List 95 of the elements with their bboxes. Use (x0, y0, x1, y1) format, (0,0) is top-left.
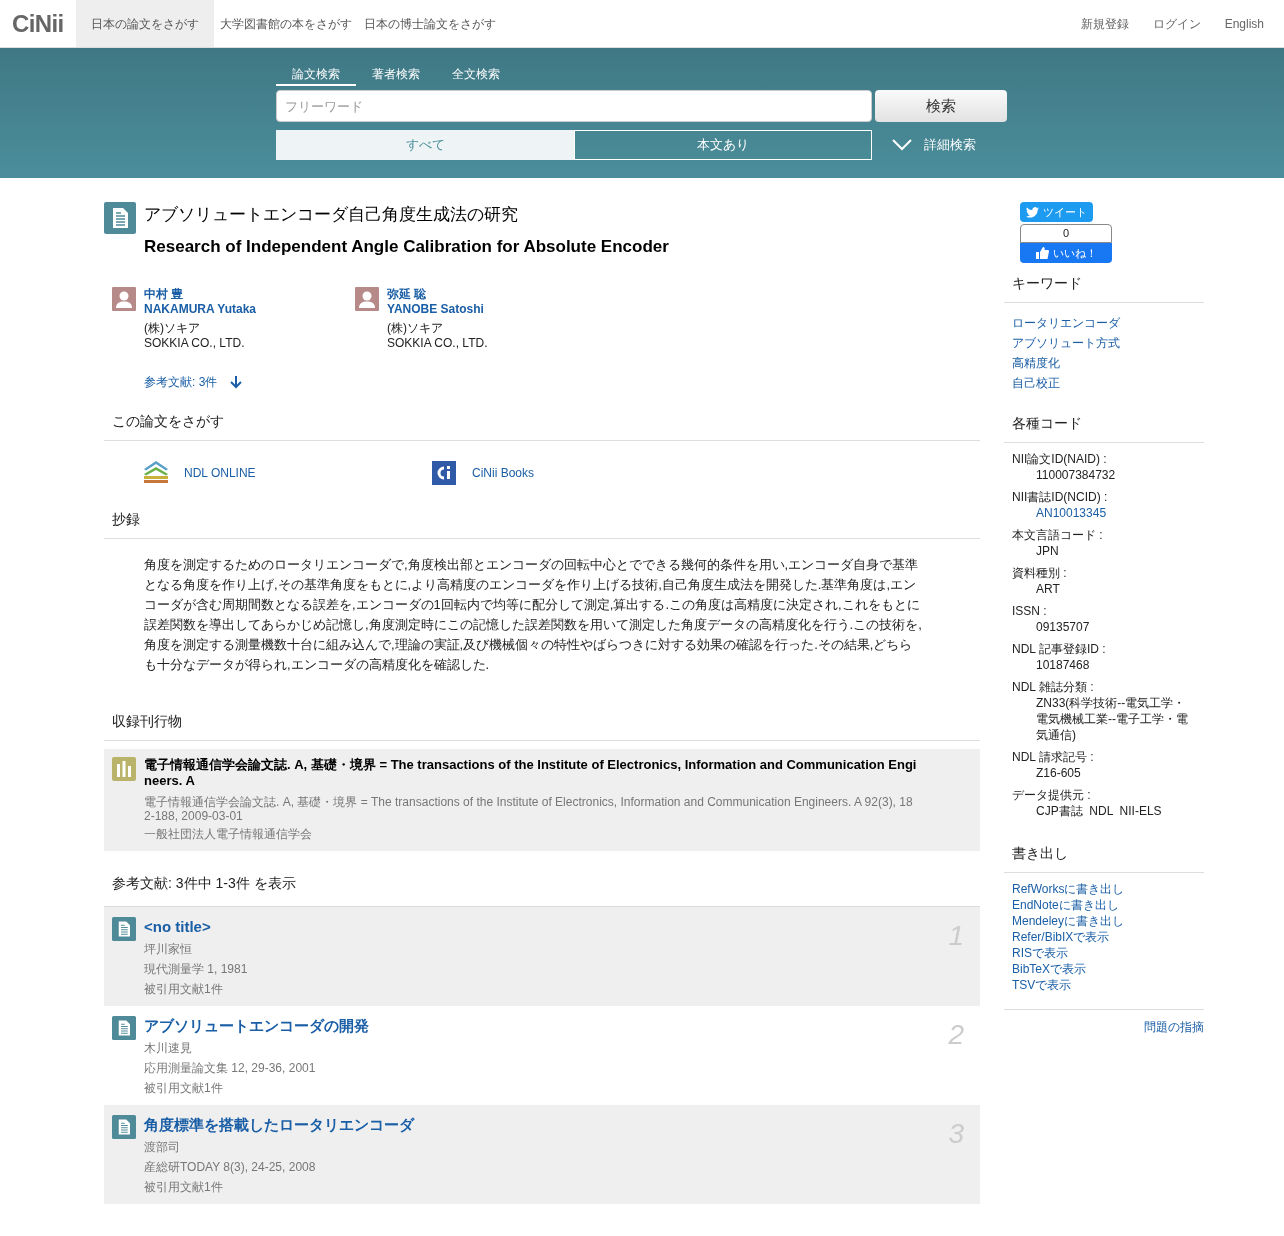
code-value: ART (1035, 581, 1061, 597)
code-value: CJP書誌 NDL NII-ELS (1035, 803, 1163, 819)
keyword-link[interactable]: アブソリュート方式 (1012, 333, 1196, 353)
nav-link[interactable]: English (1224, 14, 1264, 33)
document-icon (112, 1115, 136, 1139)
author-affiliation: (株)ソキア (144, 321, 201, 336)
code-label: NDL 請求記号 : (1012, 749, 1095, 765)
reference-title[interactable]: <no title> (144, 917, 248, 937)
nav-tab[interactable]: 日本の論文をさがす (75, 0, 214, 47)
author-name-english[interactable]: YANOBE Satoshi (387, 302, 488, 317)
code-value: 10187468 (1035, 657, 1091, 673)
article-title-english: Research of Independent Angle Calibration for Absolute Encoder (144, 235, 669, 258)
external-link[interactable]: NDL ONLINE (184, 464, 256, 482)
nav-tab[interactable]: 大学図書館の本をさがす (213, 0, 358, 47)
thumbs-up-icon (1035, 247, 1049, 259)
section-heading: 抄録 (104, 509, 980, 539)
abstract-text: 角度を測定するためのロータリエンコーダで,角度検出部とエンコーダの回転中心とでできる幾何的条件を用い,エンコーダ自身で基準となる角度を作り上げ,その基準角度をもとに,より高精度のエンコーダを作り上げる技術,自己角度生成法を開発した.基準角度は,エンコーダが含む周期間数となる誤差を,エンコーダの1回転内で均等に配分して測定,算出する.この角度は高精度に決定され,これをもとに誤差関数を導出してあらかじめ記憶し,角度測定時にこの記憶した誤差関数を用いて測定した角度データの高精度化を行う.この技術を,角度を測定する測量機数十台に組み込んで,理論の実証,及び機械個々の特性やばらつきに対する効果の確認を行った.その結果,どちらも十分なデータが得られ,エンコーダの高精度化を確認した. (144, 556, 923, 674)
reference-source: 現代測量学 1, 1981 (144, 961, 248, 978)
export-link[interactable]: TSVで表示 (1012, 977, 1196, 993)
keyword-link[interactable]: 高精度化 (1012, 353, 1196, 373)
code-label: データ提供元 : (1012, 787, 1092, 803)
reference-source: 応用測量論文集 12, 29-36, 2001 (144, 1060, 317, 1077)
export-link[interactable]: RefWorksに書き出し (1012, 881, 1196, 897)
export-link[interactable]: Mendeleyに書き出し (1012, 913, 1196, 929)
export-link[interactable]: BibTeXで表示 (1012, 961, 1196, 977)
citation-count: 被引用文献1件 (144, 1080, 224, 1097)
arrow-down-icon (229, 375, 244, 389)
citation-count: 被引用文献1件 (144, 981, 224, 998)
reference-author: 渡部司 (144, 1139, 181, 1156)
export-link[interactable]: Refer/BibIXで表示 (1012, 929, 1196, 945)
code-value: JPN (1035, 543, 1060, 559)
reference-title[interactable]: アブソリュートエンコーダの開発 (144, 1016, 369, 1036)
code-value: 110007384732 (1035, 467, 1117, 483)
author-affiliation-english: SOKKIA CO., LTD. (387, 336, 488, 351)
code-label: 資料種別 : (1012, 565, 1068, 581)
filter-tab[interactable]: すべて (276, 130, 574, 160)
like-count: 0 (1020, 224, 1112, 243)
avatar-icon (112, 287, 136, 311)
search-tab[interactable]: 全文検索 (436, 64, 516, 86)
external-link[interactable]: CiNii Books (472, 464, 534, 482)
reference-author: 木川速見 (144, 1040, 193, 1057)
citation-count: 被引用文献1件 (144, 1179, 224, 1196)
like-button[interactable]: いいね！ (1020, 243, 1112, 263)
document-icon (104, 202, 136, 234)
filter-tab[interactable]: 本文あり (574, 130, 872, 160)
section-heading: キーワード (1004, 273, 1204, 303)
nav-link[interactable]: ログイン (1152, 14, 1201, 33)
article-title: アブソリュートエンコーダ自己角度生成法の研究 (144, 204, 519, 226)
section-heading: 各種コード (1004, 413, 1204, 443)
reference-author: 坪川家恒 (144, 941, 193, 958)
report-link[interactable]: 問題の指摘 (1144, 1018, 1204, 1036)
section-heading: 収録刊行物 (104, 711, 980, 741)
code-label: ISSN : (1012, 603, 1048, 619)
advanced-search-link[interactable]: 詳細検索 (892, 135, 976, 155)
search-button[interactable]: 検索 (875, 90, 1007, 122)
author-affiliation-english: SOKKIA CO., LTD. (144, 336, 246, 351)
export-link[interactable]: RISで表示 (1012, 945, 1196, 961)
code-link[interactable]: AN10013345 (1012, 505, 1196, 521)
section-heading: 書き出し (1004, 843, 1204, 873)
keyword-link[interactable]: 自己校正 (1012, 373, 1196, 393)
reference-title[interactable]: 角度標準を搭載したロータリエンコーダ (144, 1115, 414, 1135)
author-affiliation: (株)ソキア (387, 321, 444, 336)
code-value: 09135707 (1035, 619, 1091, 635)
layers-icon (144, 461, 168, 485)
chevron-down-icon (892, 139, 912, 151)
journal-publisher: 一般社団法人電子情報通信学会 (144, 826, 313, 843)
code-value: ZN33(科学技術--電気工学・電気機械工業--電子工学・電気通信) (1035, 695, 1189, 743)
cinii-logo[interactable]: CiNii (12, 5, 64, 42)
author-name[interactable]: 弥延 聡 (387, 287, 488, 302)
search-tab[interactable]: 著者検索 (356, 64, 436, 86)
code-label: NDL 雑誌分類 : (1012, 679, 1095, 695)
code-label: NDL 記事登録ID : (1012, 641, 1107, 657)
reference-source: 産総研TODAY 8(3), 24-25, 2008 (144, 1159, 317, 1176)
code-label: 本文言語コード : (1012, 527, 1104, 543)
export-link[interactable]: EndNoteに書き出し (1012, 897, 1196, 913)
search-tab[interactable]: 論文検索 (276, 64, 356, 86)
bar-chart-icon (112, 757, 136, 781)
author-name-english[interactable]: NAKAMURA Yutaka (144, 302, 257, 317)
author-name[interactable]: 中村 豊 (144, 287, 257, 302)
journal-title[interactable]: 電子情報通信学会論文誌. A, 基礎・境界 = The transactions of the Institute of Electronics, Information and Communication Engineers. A (144, 757, 918, 789)
ci-logo-icon (432, 461, 456, 485)
code-label: NII書誌ID(NCID) : (1012, 489, 1109, 505)
code-value: Z16-605 (1035, 765, 1082, 781)
document-icon (112, 1016, 136, 1040)
avatar-icon (355, 287, 379, 311)
nav-tab[interactable]: 日本の博士論文をさがす (357, 0, 502, 47)
search-field[interactable]: フリーワード (276, 90, 872, 122)
bird-icon (1026, 206, 1039, 218)
nav-link[interactable]: 新規登録 (1080, 14, 1129, 33)
keyword-link[interactable]: ロータリエンコーダ (1012, 313, 1196, 333)
journal-detail: 電子情報通信学会論文誌. A, 基礎・境界 = The transactions of the Institute of Electronics, Information and Communication Engineers. A 92(3), 182-188, 2009-03-01 (144, 795, 914, 823)
code-label: NII論文ID(NAID) : (1012, 451, 1108, 467)
references-link[interactable]: 参考文献: 3件 (144, 373, 244, 391)
section-heading: この論文をさがす (104, 411, 980, 441)
document-icon (112, 917, 136, 941)
